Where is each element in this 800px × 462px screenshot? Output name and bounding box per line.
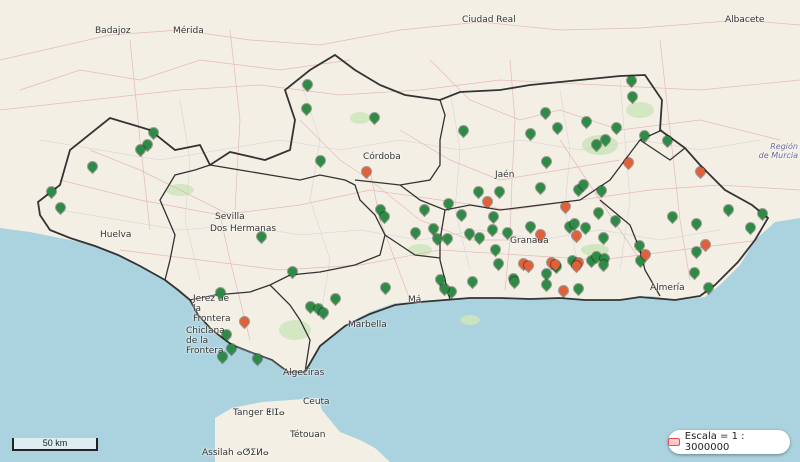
place-almeria: Almería <box>650 283 685 293</box>
place-ceuta: Ceuta <box>303 397 330 407</box>
scale-legend[interactable]: Escala = 1 : 3000000 <box>668 430 790 454</box>
place-tetouan: Tétouan <box>290 430 326 440</box>
place-dos-hermanas: Dos Hermanas <box>210 224 277 234</box>
scale-swatch-icon <box>668 438 680 446</box>
place-jaen: Jaén <box>495 170 515 180</box>
place-jerez-de-la-frontera: Jerez de la Frontera <box>193 294 231 324</box>
place-merida: Mérida <box>173 26 204 36</box>
place-sevilla: Sevilla <box>215 212 245 222</box>
place-malaga: Má <box>408 295 422 305</box>
place-marbella: Marbella <box>348 320 387 330</box>
place-huelva: Huelva <box>100 230 132 240</box>
scale-bar-label: 50 km <box>42 438 68 448</box>
iberia-land <box>0 0 800 372</box>
place-algeciras: Algeciras <box>283 368 325 378</box>
scale-bar: 50 km <box>12 438 98 451</box>
place-ciudad-real: Ciudad Real <box>462 15 516 25</box>
map-view[interactable]: Badajoz Mérida Ciudad Real Albacete Córdoba J… <box>0 0 800 462</box>
place-albacete: Albacete <box>725 15 765 25</box>
place-cordoba: Córdoba <box>363 152 401 162</box>
place-badajoz: Badajoz <box>95 26 131 36</box>
place-region-de-murcia: Región de Murcia <box>758 142 798 160</box>
place-tanger: Tanger ⵟⵏⵊⴰ <box>233 408 285 418</box>
place-assilah: Assilah ⴰⵚⵉⵍⴰ <box>202 448 269 458</box>
scale-legend-label: Escala = 1 : 3000000 <box>684 431 745 453</box>
